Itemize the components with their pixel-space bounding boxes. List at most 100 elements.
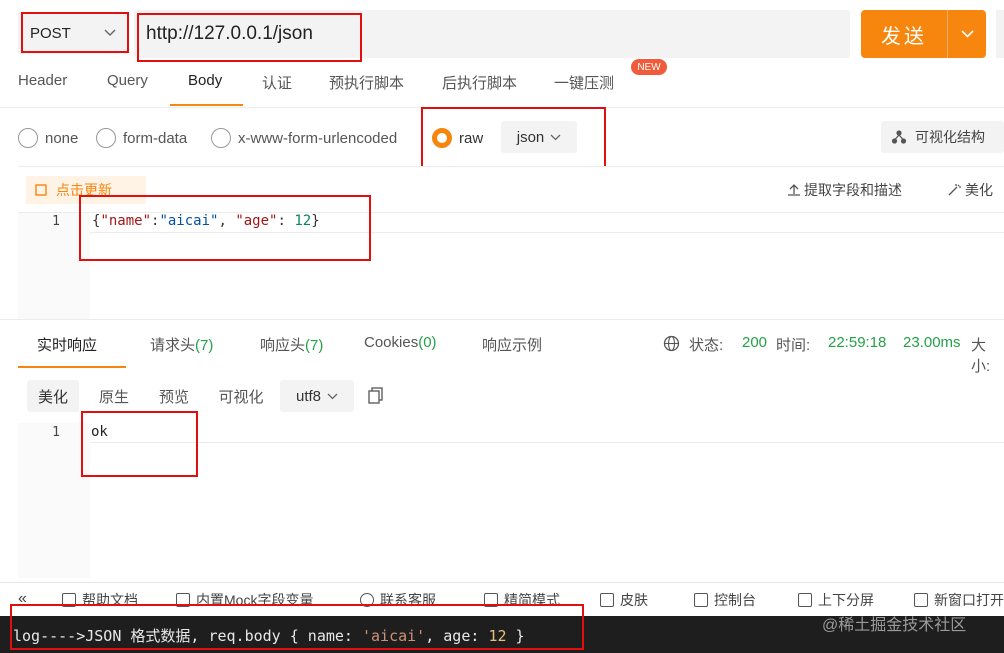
- divider: [0, 319, 1004, 320]
- bottom-label: 控制台: [714, 592, 756, 608]
- bottom-label: 新窗口打开: [934, 592, 1004, 608]
- encoding-label: utf8: [295, 387, 322, 405]
- compact-mode-button[interactable]: 精简模式: [484, 590, 560, 610]
- method-select[interactable]: POST: [18, 12, 128, 54]
- radio-urlencoded[interactable]: x-www-form-urlencoded: [211, 127, 397, 149]
- radio-circle: [18, 128, 38, 148]
- line-number: 1: [52, 214, 60, 229]
- refresh-icon: [35, 184, 47, 196]
- radio-label: none: [45, 129, 79, 147]
- mock-icon: [176, 593, 190, 607]
- new-window-button[interactable]: 新窗口打开: [914, 590, 1004, 610]
- collapse-icon[interactable]: «: [18, 590, 27, 608]
- console-button[interactable]: 控制台: [694, 590, 756, 610]
- radio-raw[interactable]: raw: [432, 127, 483, 149]
- json-key: "age": [235, 213, 278, 229]
- bottom-label: 上下分屏: [818, 592, 874, 608]
- console-icon: [694, 593, 708, 607]
- chevron-down-icon: [104, 29, 116, 36]
- duration-value: 23.00ms: [903, 334, 961, 351]
- active-line-bottom: [90, 232, 1004, 233]
- active-line-bottom: [90, 442, 1004, 443]
- send-label: 发送: [881, 25, 927, 48]
- radio-circle: [96, 128, 116, 148]
- structure-icon: [891, 130, 907, 144]
- split-screen-button[interactable]: 上下分屏: [798, 590, 874, 610]
- raw-format-select[interactable]: json: [501, 121, 577, 153]
- tab-response-examples[interactable]: 响应示例: [482, 334, 542, 355]
- tab-header[interactable]: Header: [18, 72, 67, 89]
- view-preview[interactable]: 预览: [148, 380, 200, 412]
- log-text: log---->JSON 格式数据, req.body { name:: [13, 627, 362, 645]
- json-string: "aicai": [159, 213, 219, 229]
- radio-circle-selected: [432, 128, 452, 148]
- status-label: 状态:: [689, 337, 724, 354]
- new-badge: NEW: [631, 59, 667, 75]
- visualize-structure-button[interactable]: 可视化结构: [881, 121, 1004, 153]
- radio-label: x-www-form-urlencoded: [238, 129, 398, 147]
- tab-label: Cookies: [364, 334, 419, 351]
- json-number: 12: [294, 213, 312, 229]
- doc-icon: [62, 593, 76, 607]
- console-log-line: log---->JSON 格式数据, req.body { name: 'aic…: [13, 625, 525, 646]
- help-docs-button[interactable]: 帮助文档: [62, 590, 138, 610]
- watermark: @稀土掘金技术社区: [822, 617, 967, 634]
- radio-none[interactable]: none: [18, 127, 78, 149]
- shirt-icon: [600, 593, 614, 607]
- tab-count: (7): [195, 337, 214, 354]
- url-input[interactable]: http://127.0.0.1/json: [134, 10, 850, 58]
- tab-live-response[interactable]: 实时响应: [37, 334, 97, 355]
- response-body: ok: [91, 424, 108, 440]
- side-panel-edge: [996, 10, 1004, 58]
- beautify-button[interactable]: 美化: [947, 180, 993, 200]
- active-tab-indicator: [18, 366, 126, 368]
- brace: }: [311, 213, 320, 229]
- send-options-dropdown[interactable]: [947, 10, 986, 58]
- bottom-label: 帮助文档: [82, 592, 138, 608]
- skin-button[interactable]: 皮肤: [600, 590, 648, 610]
- log-text: , age:: [425, 627, 489, 645]
- visualize-label: 可视化结构: [915, 129, 985, 145]
- method-label: POST: [30, 24, 71, 42]
- refresh-button[interactable]: 点击更新: [26, 176, 146, 204]
- upload-icon: [788, 184, 800, 196]
- raw-format-label: json: [516, 128, 545, 146]
- json-key: "name": [100, 213, 152, 229]
- window-icon: [914, 593, 928, 607]
- chevron-down-icon: [960, 30, 974, 38]
- tab-query[interactable]: Query: [107, 72, 148, 89]
- user-icon: [360, 593, 374, 607]
- radio-circle: [211, 128, 231, 148]
- contact-support-button[interactable]: 联系客服: [360, 590, 436, 610]
- radio-label: form-data: [123, 129, 188, 147]
- bottom-label: 精简模式: [504, 592, 560, 608]
- tab-request-headers[interactable]: 请求头(7): [150, 334, 213, 355]
- tab-post-script[interactable]: 后执行脚本: [442, 72, 517, 93]
- bottom-label: 内置Mock字段变量: [196, 592, 314, 608]
- beautify-label: 美化: [965, 182, 993, 198]
- sliders-icon: [484, 593, 498, 607]
- tab-response-headers[interactable]: 响应头(7): [260, 334, 323, 355]
- send-button[interactable]: 发送: [861, 10, 986, 58]
- view-visualize[interactable]: 可视化: [210, 380, 272, 412]
- encoding-select[interactable]: utf8: [280, 380, 354, 412]
- tab-stress-test[interactable]: 一键压测: [554, 72, 614, 93]
- tab-body[interactable]: Body: [188, 72, 222, 89]
- tab-pre-script[interactable]: 预执行脚本: [329, 72, 404, 93]
- split-icon: [798, 593, 812, 607]
- view-beautify[interactable]: 美化: [27, 380, 79, 412]
- tab-cookies[interactable]: Cookies(0): [364, 334, 437, 351]
- extract-fields-button[interactable]: 提取字段和描述: [787, 180, 902, 200]
- copy-icon[interactable]: [368, 387, 383, 404]
- radio-form-data[interactable]: form-data: [96, 127, 187, 149]
- tab-count: (0): [418, 334, 437, 351]
- bottom-label: 联系客服: [380, 592, 436, 608]
- tab-auth[interactable]: 认证: [262, 72, 292, 93]
- request-body-editor[interactable]: {"name":"aicai", "age": 12}: [92, 213, 320, 229]
- response-gutter: [18, 423, 90, 578]
- view-raw[interactable]: 原生: [88, 380, 140, 412]
- time-label: 时间:: [776, 337, 811, 354]
- mock-fields-button[interactable]: 内置Mock字段变量: [176, 590, 313, 610]
- time-value: 22:59:18: [828, 334, 887, 351]
- bottom-label: 皮肤: [620, 592, 648, 608]
